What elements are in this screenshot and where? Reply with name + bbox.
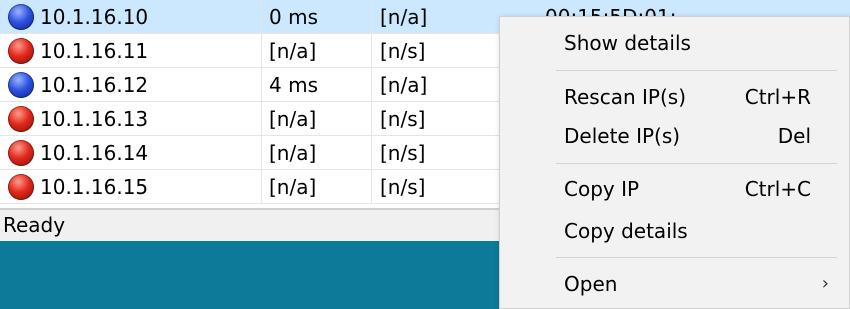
ports-cell: [n/a] (380, 5, 428, 29)
host-alive-icon (8, 3, 34, 30)
ip-cell: 10.1.16.12 (8, 68, 260, 102)
host-alive-icon (8, 71, 34, 98)
ip-text: 10.1.16.13 (40, 107, 149, 131)
menu-separator (556, 257, 837, 258)
ip-text: 10.1.16.12 (40, 73, 149, 97)
menu-item-label: Delete IP(s) (564, 124, 681, 148)
host-dead-icon (8, 173, 34, 200)
status-text: Ready (3, 213, 66, 237)
menu-item-rescan[interactable]: Rescan IP(s) Ctrl+R (500, 77, 849, 117)
ip-text: 10.1.16.15 (40, 175, 149, 199)
ip-cell: 10.1.16.10 (8, 0, 260, 34)
menu-separator (556, 163, 837, 164)
ip-cell: 10.1.16.11 (8, 34, 260, 68)
ports-cell: [n/s] (380, 107, 426, 131)
host-dead-icon (8, 139, 34, 166)
ports-cell: [n/s] (380, 141, 426, 165)
menu-item-show-details[interactable]: Show details (500, 23, 849, 63)
ping-cell: 0 ms (269, 5, 318, 29)
menu-item-label: Show details (564, 31, 691, 55)
host-dead-icon (8, 37, 34, 64)
ip-cell: 10.1.16.15 (8, 170, 260, 204)
menu-item-label: Copy IP (564, 177, 640, 201)
menu-item-shortcut: Del (777, 124, 811, 148)
menu-item-label: Open (564, 272, 618, 296)
host-dead-icon (8, 105, 34, 132)
menu-item-copy-ip[interactable]: Copy IP Ctrl+C (500, 169, 849, 209)
ping-cell: [n/a] (269, 39, 317, 63)
chevron-right-icon: › (821, 273, 829, 294)
menu-item-label: Copy details (564, 219, 688, 243)
ping-cell: [n/a] (269, 141, 317, 165)
ports-cell: [n/s] (380, 39, 426, 63)
ip-cell: 10.1.16.13 (8, 102, 260, 136)
menu-item-open[interactable]: Open › (500, 264, 849, 304)
ping-cell: 4 ms (269, 73, 318, 97)
ports-cell: [n/a] (380, 73, 428, 97)
menu-item-copy-details[interactable]: Copy details (500, 211, 849, 251)
menu-item-shortcut: Ctrl+R (744, 85, 811, 109)
menu-item-shortcut: Ctrl+C (744, 177, 811, 201)
ip-text: 10.1.16.14 (40, 141, 149, 165)
menu-separator (556, 70, 837, 71)
menu-item-label: Rescan IP(s) (564, 85, 686, 109)
ports-cell: [n/s] (380, 175, 426, 199)
menu-item-delete[interactable]: Delete IP(s) Del (500, 116, 849, 156)
ping-cell: [n/a] (269, 107, 317, 131)
context-menu: Show details Rescan IP(s) Ctrl+R Delete … (499, 16, 850, 309)
ping-cell: [n/a] (269, 175, 317, 199)
ip-text: 10.1.16.11 (40, 39, 149, 63)
ip-text: 10.1.16.10 (40, 5, 149, 29)
ip-cell: 10.1.16.14 (8, 136, 260, 170)
